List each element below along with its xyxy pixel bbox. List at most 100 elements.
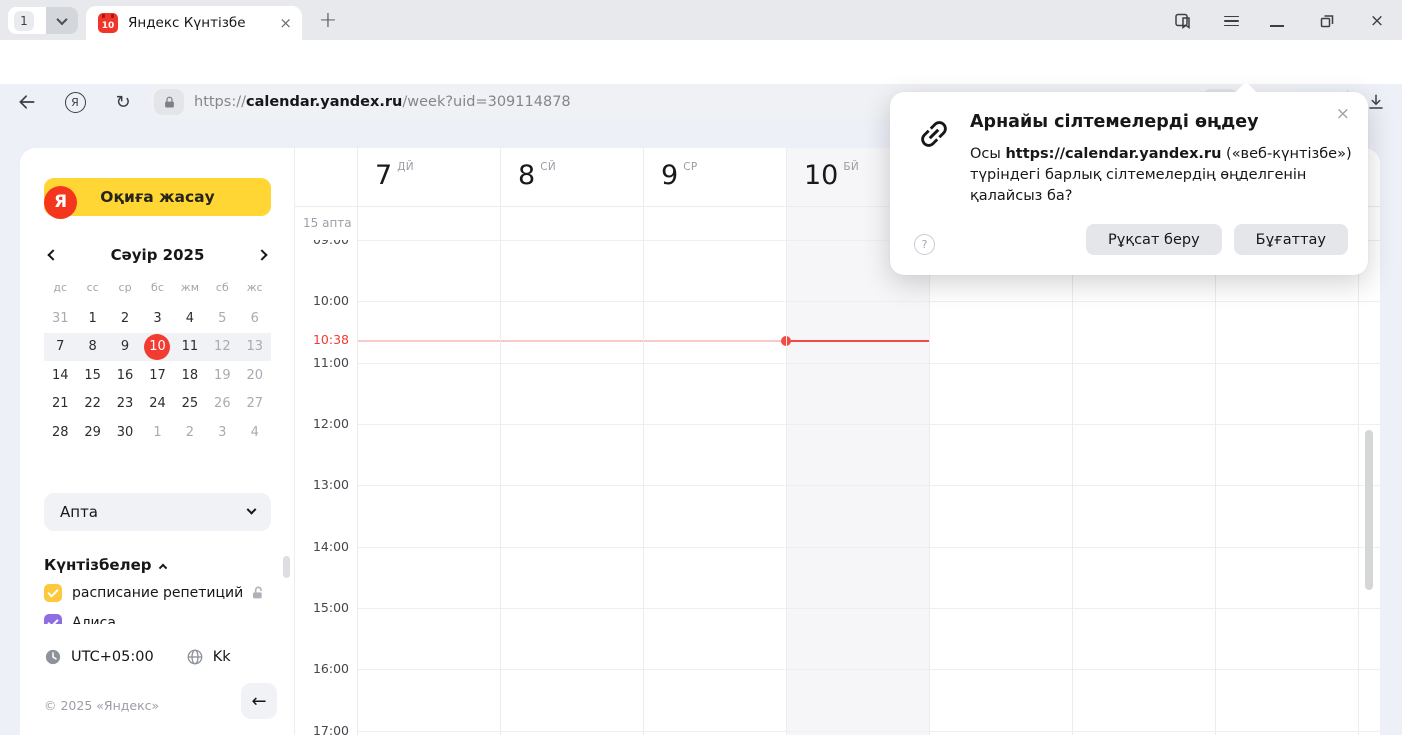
mini-cal-weekday: дс — [44, 281, 76, 294]
calendar-scrollbar[interactable] — [1365, 430, 1373, 590]
mini-cal-day[interactable]: 26 — [206, 390, 238, 419]
mini-cal-day-label: 5 — [218, 311, 226, 326]
hour-line — [357, 547, 1380, 548]
calendar-checkbox[interactable] — [44, 614, 62, 624]
mini-cal-day-label: 9 — [121, 339, 129, 354]
mini-cal-day[interactable]: 18 — [174, 361, 206, 390]
mini-cal-day[interactable]: 12 — [206, 333, 238, 362]
mini-cal-day[interactable]: 3 — [206, 418, 238, 447]
tab-group-chevron[interactable] — [46, 7, 78, 34]
hour-label: 15:00 — [295, 600, 349, 615]
block-button[interactable]: Бұғаттау — [1234, 224, 1348, 255]
allow-button[interactable]: Рұқсат беру — [1086, 224, 1222, 255]
day-header[interactable]: 9СР — [643, 148, 786, 207]
hour-label: 13:00 — [295, 477, 349, 492]
bookmarks-panel-icon[interactable] — [1172, 10, 1194, 32]
browser-tab[interactable]: 10 Яндекс Күнтізбе × — [86, 6, 302, 40]
mini-cal-day[interactable]: 21 — [44, 390, 76, 419]
mini-cal-day-label: 10 — [149, 339, 166, 354]
chevron-down-icon — [247, 504, 257, 514]
mini-cal-day[interactable]: 27 — [239, 390, 271, 419]
mini-cal-weekday: сс — [76, 281, 108, 294]
hour-line — [357, 301, 1380, 302]
mini-cal-day[interactable]: 22 — [76, 390, 108, 419]
mini-cal-day[interactable]: 8 — [76, 333, 108, 362]
hour-label: 14:00 — [295, 539, 349, 554]
popup-close-icon[interactable]: × — [1336, 104, 1350, 124]
mini-cal-day[interactable]: 4 — [174, 304, 206, 333]
mini-cal-day[interactable]: 28 — [44, 418, 76, 447]
mini-cal-day[interactable]: 14 — [44, 361, 76, 390]
mini-cal-day[interactable]: 15 — [76, 361, 108, 390]
grid-column-line — [786, 148, 787, 735]
mini-cal-day[interactable]: 2 — [174, 418, 206, 447]
timezone-value[interactable]: UTC+05:00 — [71, 649, 154, 665]
mini-cal-day-label: 20 — [246, 368, 263, 383]
language-value[interactable]: Kk — [213, 649, 231, 665]
mini-cal-day[interactable]: 30 — [109, 418, 141, 447]
view-select[interactable]: Апта — [44, 493, 271, 531]
chevron-up-icon — [158, 564, 166, 572]
create-event-button[interactable]: Оқиға жасау — [44, 178, 271, 216]
mini-cal-day-label: 19 — [214, 368, 231, 383]
next-month-icon[interactable] — [253, 246, 271, 264]
calendars-section-header[interactable]: Күнтізбелер — [44, 556, 166, 574]
mini-cal-day[interactable]: 1 — [76, 304, 108, 333]
tab-group-button[interactable]: 1 — [8, 7, 78, 34]
mini-cal-day-label: 14 — [52, 368, 69, 383]
mini-cal-day-label: 12 — [214, 339, 231, 354]
hour-label: 11:00 — [295, 355, 349, 370]
week-number-label: 15 апта — [303, 216, 352, 230]
mini-cal-day-label: 23 — [117, 396, 134, 411]
browser-menu-icon[interactable] — [1220, 10, 1242, 32]
prev-month-icon[interactable] — [44, 246, 62, 264]
mini-cal-day-label: 1 — [153, 425, 161, 440]
calendar-list-item[interactable]: Алиса — [44, 610, 278, 624]
tab-close-icon[interactable]: × — [279, 16, 292, 31]
new-tab-button[interactable]: + — [314, 6, 342, 34]
time-grid[interactable]: 09:0010:0011:0012:0013:0014:0015:0016:00… — [295, 240, 1380, 735]
mini-cal-day[interactable]: 6 — [239, 304, 271, 333]
mini-cal-day[interactable]: 20 — [239, 361, 271, 390]
mini-cal-week-row: 31123456 — [44, 304, 271, 333]
mini-cal-day[interactable]: 24 — [141, 390, 173, 419]
calendars-list: расписание репетиций Алиса — [44, 580, 278, 624]
restore-window-icon[interactable] — [1316, 10, 1338, 32]
mini-cal-day[interactable]: 19 — [206, 361, 238, 390]
mini-cal-day[interactable]: 25 — [174, 390, 206, 419]
minimize-window-icon[interactable] — [1266, 10, 1288, 32]
mini-cal-weekday: жс — [239, 281, 271, 294]
mini-cal-week-row: 2122 23 24252627 — [44, 390, 271, 419]
mini-cal-day[interactable]: 9 — [109, 333, 141, 362]
mini-cal-day[interactable]: 29 — [76, 418, 108, 447]
mini-cal-day[interactable]: 7 — [44, 333, 76, 362]
mini-cal-day[interactable]: 17 — [141, 361, 173, 390]
mini-cal-day[interactable]: 13 — [239, 333, 271, 362]
mini-cal-day-label: 17 — [149, 368, 166, 383]
mini-cal-day[interactable]: 23 — [109, 390, 141, 419]
mini-cal-day[interactable]: 11 — [174, 333, 206, 362]
mini-cal-day[interactable]: 1 — [141, 418, 173, 447]
popup-body: Осы https://calendar.yandex.ru («веб-күн… — [970, 144, 1362, 207]
close-window-icon[interactable]: × — [1366, 10, 1388, 32]
day-header[interactable]: 8СЙ — [500, 148, 643, 207]
sidebar-scrollbar[interactable] — [283, 556, 290, 578]
mini-cal-day[interactable]: 2 — [109, 304, 141, 333]
mini-cal-day[interactable]: 4 — [239, 418, 271, 447]
globe-icon — [186, 648, 204, 666]
link-icon — [916, 116, 952, 152]
yandex-logo-icon: Я — [44, 186, 77, 219]
calendar-list-item[interactable]: расписание репетиций — [44, 580, 278, 606]
help-icon[interactable]: ? — [914, 234, 935, 255]
mini-cal-day[interactable]: 31 — [44, 304, 76, 333]
calendar-checkbox[interactable] — [44, 584, 62, 602]
mini-cal-day[interactable]: 16 — [109, 361, 141, 390]
mini-cal-day[interactable]: 3 — [141, 304, 173, 333]
mini-cal-day[interactable]: 10 — [141, 333, 173, 362]
day-header[interactable]: 7ДЙ — [357, 148, 500, 207]
collapse-sidebar-button[interactable]: ← — [241, 683, 277, 719]
hour-line — [357, 363, 1380, 364]
day-abbr: ДЙ — [397, 161, 414, 173]
mini-cal-day[interactable]: 5 — [206, 304, 238, 333]
mini-cal-day-label: 8 — [88, 339, 96, 354]
